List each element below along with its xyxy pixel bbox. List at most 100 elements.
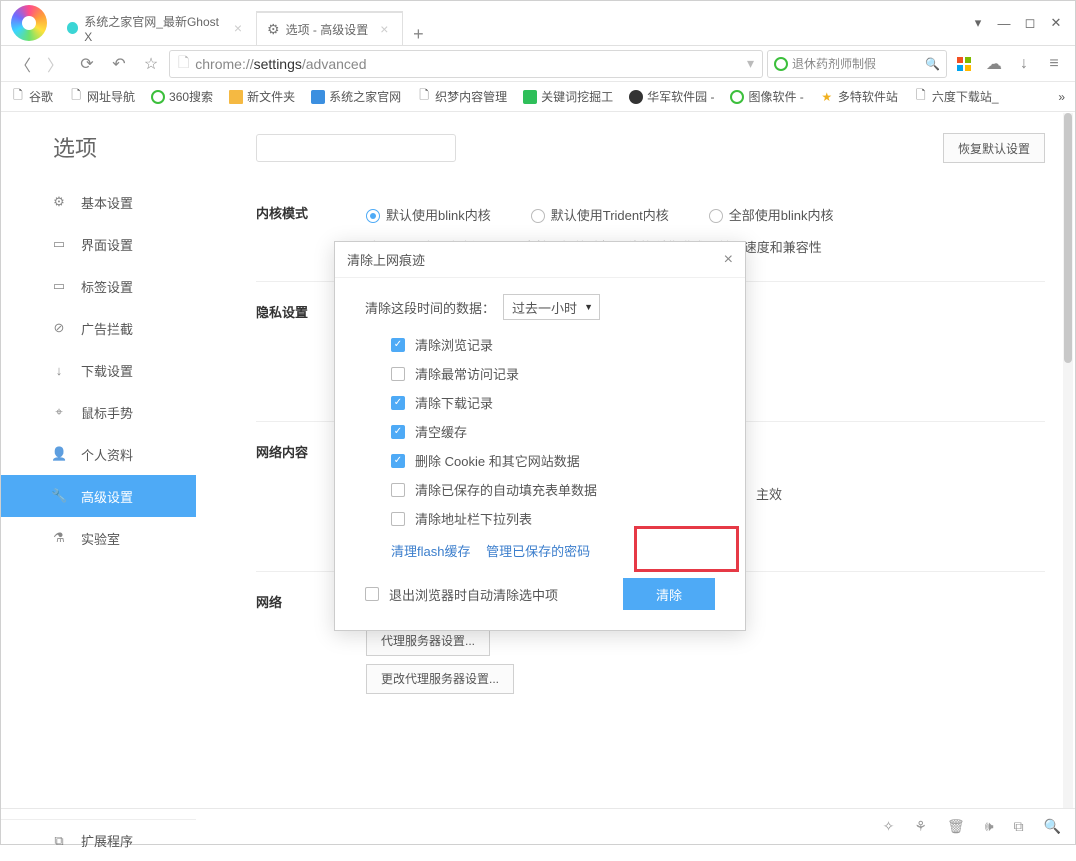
clear-option-4[interactable]: ✓删除 Cookie 和其它网站数据 [365,446,715,475]
dialog-header: 清除上网痕迹 × [335,242,745,278]
sidebar-item-4[interactable]: ↓ 下载设置 [1,349,196,391]
clear-option-2[interactable]: ✓清除下载记录 [365,388,715,417]
bookmark-item[interactable]: 🗋六度下载站_ [914,88,999,105]
sidebar-label: 标签设置 [81,277,133,296]
sidebar-label: 下载设置 [81,361,133,380]
manage-passwords-link[interactable]: 管理已保存的密码 [486,544,590,559]
tab-2[interactable]: ⚙ 选项 - 高级设置 × [257,11,403,45]
radio-trident[interactable]: 默认使用Trident内核 [531,203,669,229]
close-icon[interactable]: × [234,20,242,36]
zoom-icon[interactable]: 🔍 [1044,818,1061,835]
address-bar[interactable]: 🗋 chrome://settings/advanced ▾ [169,50,763,78]
sidebar-item-5[interactable]: ⌖ 鼠标手势 [1,391,196,433]
checkbox-icon: ✓ [391,396,405,410]
bookmark-item[interactable]: 关键词挖掘工 [523,88,613,105]
maximize-icon[interactable]: ◻ [1017,12,1043,34]
forward-button[interactable]: 〉 [41,50,69,78]
sidebar-icon: ▭ [51,236,67,252]
rocket-icon[interactable]: ⚘ [914,818,927,835]
window-controls: ▾ — ◻ ✕ [965,12,1069,34]
status-bar: ✧ ⚘ 🗑 🕪 ⧉ 🔍 [1,808,1075,844]
bookmark-item[interactable]: 图像软件 - [730,88,803,105]
range-label: 清除这段时间的数据： [365,298,495,317]
bookmark-item[interactable]: 360搜索 [151,88,213,105]
sidebar-label: 实验室 [81,529,120,548]
volume-icon[interactable]: 🕪 [985,818,994,835]
browser-logo [11,5,47,41]
close-icon[interactable]: ✕ [1043,12,1069,34]
undo-button[interactable]: ↶ [105,50,133,78]
bookmark-item[interactable]: ★多特软件站 [820,88,898,105]
clear-option-3[interactable]: ✓清空缓存 [365,417,715,446]
sidebar-item-6[interactable]: 👤个人资料 [1,433,196,475]
sidebar-item-8[interactable]: ⚗实验室 [1,517,196,559]
bookmark-item[interactable]: 🗋网址导航 [69,88,135,105]
sidebar-icon: ⚙ [51,194,67,210]
scrollbar[interactable] [1063,113,1073,808]
clear-option-5[interactable]: 清除已保存的自动填充表单数据 [365,475,715,504]
bookmark-item[interactable]: 系统之家官网 [311,88,401,105]
minimize-icon[interactable]: — [991,12,1017,34]
restore-defaults-button[interactable]: 恢复默认设置 [943,133,1045,163]
clear-data-dialog: 清除上网痕迹 × 清除这段时间的数据： 过去一小时 ✓清除浏览记录清除最常访问记… [334,241,746,631]
bookmark-item[interactable]: 🗋谷歌 [11,88,53,105]
sidebar-item-7[interactable]: 🔧高级设置 [1,475,196,517]
sidebar-item-2[interactable]: ▭标签设置 [1,265,196,307]
settings-sidebar: 选项 ⚙基本设置▭界面设置▭标签设置⊘广告拦截↓下载设置⌖鼠标手势👤个人资料🔧高… [1,113,196,808]
bookmark-overflow[interactable]: » [1058,90,1065,104]
sidebar-item-1[interactable]: ▭界面设置 [1,223,196,265]
wand-icon[interactable]: ✧ [883,818,895,835]
tab-label: 系统之家官网_最新Ghost X [84,13,222,44]
range-select[interactable]: 过去一小时 [503,294,600,320]
dropdown-icon[interactable]: ▾ [747,55,754,72]
checkbox-icon: ✓ [391,454,405,468]
apps-icon[interactable] [951,51,977,77]
cloud-icon[interactable]: ☁ [981,51,1007,77]
tab-favicon [67,22,78,34]
sidebar-item-0[interactable]: ⚙ 基本设置 [1,181,196,223]
radio-blink[interactable]: 默认使用blink内核 [366,203,491,229]
menu-icon[interactable]: ≡ [1041,51,1067,77]
sidebar-item-3[interactable]: ⊘ 广告拦截 [1,307,196,349]
close-icon[interactable]: × [724,251,733,269]
new-tab-button[interactable]: + [403,24,433,45]
clear-option-0[interactable]: ✓清除浏览记录 [365,330,715,359]
url-text: chrome://settings/advanced [195,56,366,72]
download-icon[interactable]: ↓ [1011,51,1037,77]
bookmark-item[interactable]: 华军软件园 - [629,88,714,105]
checkbox-icon [391,483,405,497]
bookmarks-bar: 🗋谷歌 🗋网址导航 360搜索 新文件夹 系统之家官网 🗋织梦内容管理 关键词挖… [1,82,1075,112]
close-icon[interactable]: × [380,21,388,37]
search-engine-icon [774,57,788,71]
sidebar-label: 鼠标手势 [81,403,133,422]
sidebar-icon: ⌖ [51,404,67,420]
clear-button[interactable]: 清除 [623,578,715,610]
clear-option-1[interactable]: 清除最常访问记录 [365,359,715,388]
tab-1[interactable]: 系统之家官网_最新Ghost X × [57,11,257,45]
tab-strip: 系统之家官网_最新Ghost X × ⚙ 选项 - 高级设置 × + [57,1,965,45]
radio-all-blink[interactable]: 全部使用blink内核 [709,203,834,229]
bookmark-item[interactable]: 🗋织梦内容管理 [417,88,507,105]
sidebar-icon: 👤 [51,446,67,462]
reload-button[interactable]: ⟳ [73,50,101,78]
sidebar-icon: ⊘ [51,320,67,336]
sidebar-label: 基本设置 [81,193,133,212]
nav-bar: 〈 〉 ⟳ ↶ ☆ 🗋 chrome://settings/advanced ▾… [1,46,1075,82]
settings-search-input[interactable] [256,134,456,162]
sidebar-icon: ↓ [51,363,67,378]
auto-clear-checkbox[interactable]: 退出浏览器时自动清除选中项 [365,585,558,604]
search-icon[interactable]: 🔍 [925,57,940,71]
back-button[interactable]: 〈 [9,50,37,78]
search-box[interactable]: 退休药剂师制假 🔍 [767,50,947,78]
star-button[interactable]: ☆ [137,50,165,78]
copy-icon[interactable]: ⧉ [1014,818,1024,835]
trash-icon[interactable]: 🗑 [947,818,965,835]
clear-flash-link[interactable]: 清理flash缓存 [391,544,470,559]
checkbox-icon: ✓ [391,425,405,439]
menu-icon[interactable]: ▾ [965,12,991,34]
bookmark-item[interactable]: 新文件夹 [229,88,295,105]
change-proxy-button[interactable]: 更改代理服务器设置... [366,664,514,694]
sidebar-label: 广告拦截 [81,319,133,338]
clear-option-6[interactable]: 清除地址栏下拉列表 [365,504,715,533]
tab-label: 选项 - 高级设置 [286,21,369,38]
